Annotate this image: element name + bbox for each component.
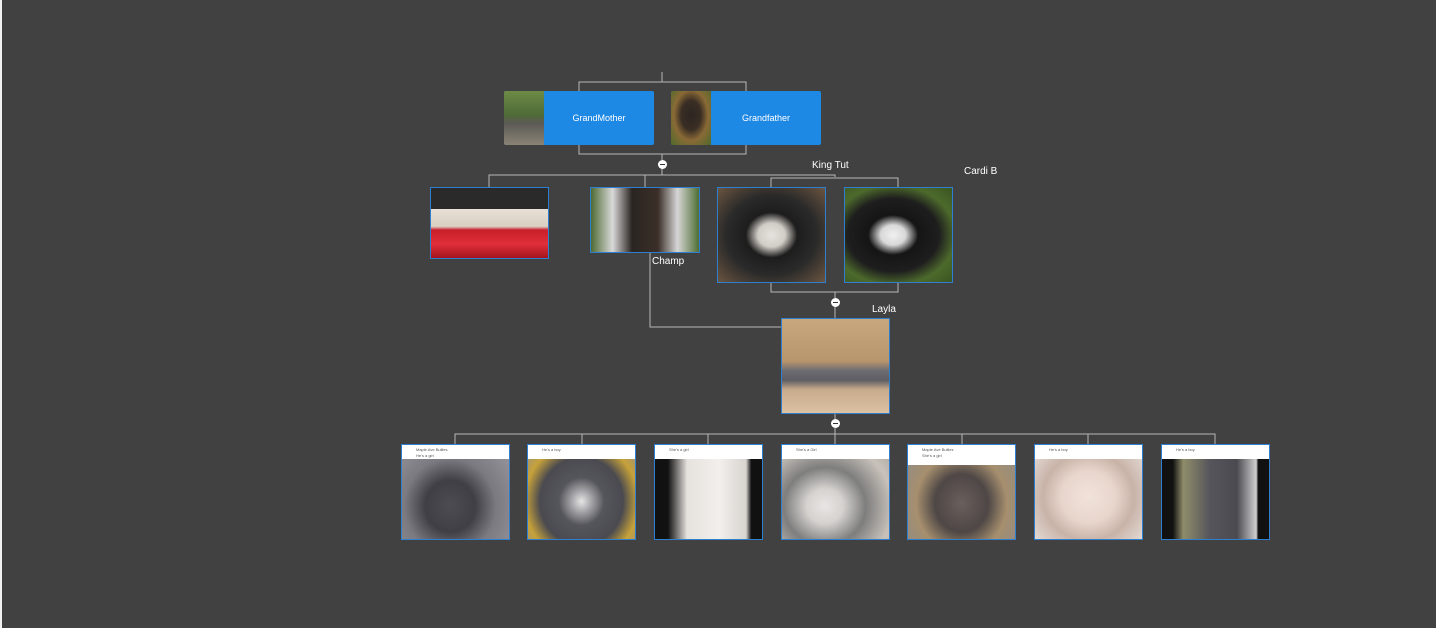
puppy-1-node[interactable]: Maple Ave Bullies He's a girl	[401, 444, 510, 540]
king-tut-photo	[718, 188, 825, 282]
collapse-parents-icon[interactable]	[831, 298, 840, 307]
puppy-1-caption-2: He's a girl	[416, 453, 434, 458]
puppy-1-caption-bar: Maple Ave Bullies He's a girl	[402, 445, 509, 459]
cardi-b-node[interactable]	[844, 187, 953, 283]
puppy-2-caption: He's a boy	[542, 447, 561, 452]
king-tut-label: King Tut	[812, 160, 849, 171]
champ-photo	[591, 188, 699, 252]
puppy-7-caption: He's a boy	[1176, 447, 1195, 452]
puppy-2-photo	[528, 445, 635, 539]
puppy-7-node[interactable]: He's a boy	[1161, 444, 1270, 540]
puppy-6-caption: He's a boy	[1049, 447, 1068, 452]
puppy-1-caption: Maple Ave Bullies	[416, 447, 448, 452]
grandfather-photo	[671, 91, 711, 145]
connector-kingtut-cardib-bottom	[770, 283, 899, 298]
grandfather-label: Grandfather	[741, 113, 791, 123]
puppy-6-node[interactable]: He's a boy	[1034, 444, 1143, 540]
grandmother-photo	[504, 91, 544, 145]
puppy-4-photo	[782, 445, 889, 539]
collapse-layla-icon[interactable]	[831, 419, 840, 428]
layla-node[interactable]	[781, 318, 890, 414]
puppy-5-caption-bar: Maple Ave Bullies She's a girl	[908, 445, 1015, 465]
puppy-6-photo	[1035, 445, 1142, 539]
puppy-4-node[interactable]: She's a Girl	[781, 444, 890, 540]
puppy-5-caption: Maple Ave Bullies	[922, 447, 954, 452]
puppy-5-caption-2: She's a girl	[922, 453, 942, 458]
puppy-3-node[interactable]: She's a girl	[654, 444, 763, 540]
connector-grandparents-top	[578, 81, 747, 91]
champ-node[interactable]	[590, 187, 700, 253]
puppy-5-node[interactable]: Maple Ave Bullies She's a girl	[907, 444, 1016, 540]
puppy-6-caption-bar: He's a boy	[1035, 445, 1142, 459]
collapse-grandparents-icon[interactable]	[658, 160, 667, 169]
puppy-4-caption-bar: She's a Girl	[782, 445, 889, 459]
puppy-7-photo	[1162, 445, 1269, 539]
puppy-1-photo	[402, 445, 509, 539]
champ-label: Champ	[652, 256, 685, 267]
connector-kingtut-cardib-top	[770, 177, 899, 187]
puppy-7-caption-bar: He's a boy	[1162, 445, 1269, 459]
puppy-2-caption-bar: He's a boy	[528, 445, 635, 459]
puppy-2-node[interactable]: He's a boy	[527, 444, 636, 540]
grandmother-label: GrandMother	[572, 113, 626, 123]
cardi-b-photo	[845, 188, 952, 282]
grandmother-card[interactable]: GrandMother	[504, 91, 654, 145]
puppy-3-photo	[655, 445, 762, 539]
king-tut-node[interactable]	[717, 187, 826, 283]
grandfather-card[interactable]: Grandfather	[671, 91, 821, 145]
layla-photo	[782, 319, 889, 413]
puppy-4-caption: She's a Girl	[796, 447, 817, 452]
child-1-photo	[431, 188, 548, 258]
puppy-3-caption-bar: She's a girl	[655, 445, 762, 459]
layla-label: Layla	[872, 304, 896, 315]
child-1-node[interactable]	[430, 187, 549, 259]
connector-puppies	[454, 428, 1216, 444]
connector-grandparents-bottom	[578, 145, 747, 155]
cardi-b-label: Cardi B	[964, 166, 998, 177]
puppy-3-caption: She's a girl	[669, 447, 689, 452]
